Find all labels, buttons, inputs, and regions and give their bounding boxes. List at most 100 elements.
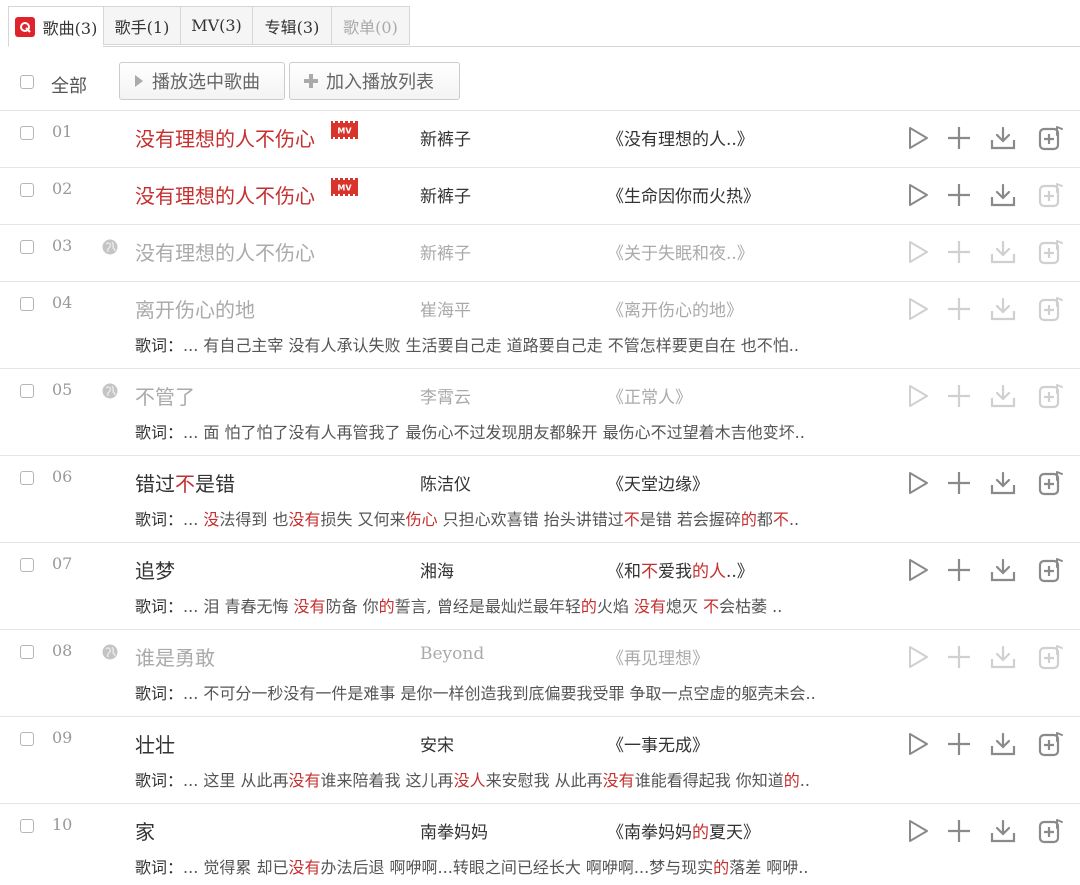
album-name[interactable]: 《和不爱我的人..》 bbox=[607, 557, 754, 582]
add-icon[interactable] bbox=[945, 643, 973, 671]
add-to-playlist-icon[interactable] bbox=[1037, 730, 1065, 758]
add-to-playlist-icon[interactable] bbox=[1037, 817, 1065, 845]
add-to-playlist-button[interactable]: 加入播放列表 bbox=[289, 62, 460, 100]
tab-3[interactable]: 专辑(3) bbox=[252, 6, 331, 45]
album-name[interactable]: 《一事无成》 bbox=[607, 731, 709, 756]
song-title[interactable]: 离开伤心的地 bbox=[135, 294, 255, 323]
play-icon[interactable] bbox=[904, 124, 932, 152]
song-title[interactable]: 谁是勇敢 bbox=[135, 642, 215, 671]
song-checkbox[interactable] bbox=[20, 126, 34, 140]
download-icon[interactable] bbox=[989, 643, 1017, 671]
add-icon[interactable] bbox=[945, 382, 973, 410]
add-to-playlist-icon[interactable] bbox=[1037, 556, 1065, 584]
song-title[interactable]: 没有理想的人不伤心 bbox=[135, 180, 315, 209]
add-to-playlist-icon[interactable] bbox=[1037, 124, 1065, 152]
song-checkbox[interactable] bbox=[20, 297, 34, 311]
song-row[interactable]: 06 错过不是错 陈洁仪 《天堂边缘》 歌词：... 没法得到 也没有损失 又何来伤心 … bbox=[0, 455, 1080, 542]
song-checkbox[interactable] bbox=[20, 558, 34, 572]
album-name[interactable]: 《关于失眠和夜..》 bbox=[607, 239, 754, 264]
select-all-checkbox[interactable] bbox=[20, 75, 34, 89]
play-icon[interactable] bbox=[904, 181, 932, 209]
mv-icon[interactable]: MV bbox=[331, 178, 358, 196]
mv-icon[interactable]: MV bbox=[331, 121, 358, 139]
add-to-playlist-icon[interactable] bbox=[1037, 382, 1065, 410]
song-checkbox[interactable] bbox=[20, 183, 34, 197]
artist-name[interactable]: 安宋 bbox=[420, 731, 454, 756]
artist-name[interactable]: 新裤子 bbox=[420, 239, 471, 264]
song-title[interactable]: 没有理想的人不伤心 bbox=[135, 123, 315, 152]
song-row[interactable]: 03 没有理想的人不伤心 新裤子 《关于失眠和夜..》 bbox=[0, 224, 1080, 281]
song-checkbox[interactable] bbox=[20, 732, 34, 746]
song-row[interactable]: 04 离开伤心的地 崔海平 《离开伤心的地》 歌词：... 有自己主宰 没有人承认失败 … bbox=[0, 281, 1080, 368]
song-row[interactable]: 02 没有理想的人不伤心 MV 新裤子 《生命因你而火热》 bbox=[0, 167, 1080, 224]
download-icon[interactable] bbox=[989, 469, 1017, 497]
add-to-playlist-icon[interactable] bbox=[1037, 469, 1065, 497]
album-name[interactable]: 《天堂边缘》 bbox=[607, 470, 709, 495]
play-icon[interactable] bbox=[904, 382, 932, 410]
tab-2[interactable]: MV(3) bbox=[180, 6, 252, 45]
song-row[interactable]: 07 追梦 湘海 《和不爱我的人..》 歌词：... 泪 青春无悔 没有防备 你的誓言,… bbox=[0, 542, 1080, 629]
song-row[interactable]: 01 没有理想的人不伤心 MV 新裤子 《没有理想的人..》 bbox=[0, 110, 1080, 167]
add-icon[interactable] bbox=[945, 556, 973, 584]
add-icon[interactable] bbox=[945, 238, 973, 266]
download-icon[interactable] bbox=[989, 124, 1017, 152]
song-checkbox[interactable] bbox=[20, 645, 34, 659]
song-row[interactable]: 10 家南拳妈妈 《南拳妈妈的夏天》 歌词：... 觉得累 却已没有办法后退 啊咿啊.… bbox=[0, 803, 1080, 885]
song-checkbox[interactable] bbox=[20, 819, 34, 833]
song-checkbox[interactable] bbox=[20, 384, 34, 398]
song-title[interactable]: 错过不是错 bbox=[135, 468, 235, 497]
artist-name[interactable]: 李霄云 bbox=[420, 383, 471, 408]
song-row[interactable]: 08 谁是勇敢 Beyond 《再见理想》 歌词：... 不可分一秒没有一件是难事 是你… bbox=[0, 629, 1080, 716]
play-icon[interactable] bbox=[904, 469, 932, 497]
song-title[interactable]: 壮壮 bbox=[135, 729, 175, 758]
play-icon[interactable] bbox=[904, 238, 932, 266]
play-icon[interactable] bbox=[904, 295, 932, 323]
album-name[interactable]: 《离开伤心的地》 bbox=[607, 296, 743, 321]
song-title[interactable]: 不管了 bbox=[135, 381, 195, 410]
play-selected-button[interactable]: 播放选中歌曲 bbox=[119, 62, 285, 100]
tab-4[interactable]: 歌单(0) bbox=[331, 6, 410, 45]
album-name[interactable]: 《南拳妈妈的夏天》 bbox=[607, 818, 760, 843]
download-icon[interactable] bbox=[989, 181, 1017, 209]
add-to-playlist-icon[interactable] bbox=[1037, 295, 1065, 323]
add-icon[interactable] bbox=[945, 124, 973, 152]
album-name[interactable]: 《再见理想》 bbox=[607, 644, 709, 669]
song-row[interactable]: 09 壮壮 安宋 《一事无成》 歌词：... 这里 从此再没有谁来陪着我 这儿再没人来安… bbox=[0, 716, 1080, 803]
album-name[interactable]: 《生命因你而火热》 bbox=[607, 182, 760, 207]
add-icon[interactable] bbox=[945, 817, 973, 845]
song-title[interactable]: 没有理想的人不伤心 bbox=[135, 237, 315, 266]
play-icon[interactable] bbox=[904, 817, 932, 845]
album-name[interactable]: 《正常人》 bbox=[607, 383, 692, 408]
download-icon[interactable] bbox=[989, 295, 1017, 323]
artist-name[interactable]: Beyond bbox=[420, 644, 484, 664]
album-name[interactable]: 《没有理想的人..》 bbox=[607, 125, 754, 150]
artist-name[interactable]: 新裤子 bbox=[420, 182, 471, 207]
add-to-playlist-icon[interactable] bbox=[1037, 181, 1065, 209]
download-icon[interactable] bbox=[989, 556, 1017, 584]
add-icon[interactable] bbox=[945, 181, 973, 209]
add-icon[interactable] bbox=[945, 730, 973, 758]
play-icon[interactable] bbox=[904, 556, 932, 584]
song-title[interactable]: 家 bbox=[135, 816, 155, 845]
tab-1[interactable]: 歌手(1) bbox=[103, 6, 180, 45]
artist-name[interactable]: 湘海 bbox=[420, 557, 454, 582]
tab-0[interactable]: 歌曲(3) bbox=[8, 6, 103, 47]
song-title[interactable]: 追梦 bbox=[135, 555, 175, 584]
artist-name[interactable]: 崔海平 bbox=[420, 296, 471, 321]
download-icon[interactable] bbox=[989, 730, 1017, 758]
download-icon[interactable] bbox=[989, 238, 1017, 266]
add-icon[interactable] bbox=[945, 295, 973, 323]
artist-name[interactable]: 新裤子 bbox=[420, 125, 471, 150]
add-to-playlist-icon[interactable] bbox=[1037, 238, 1065, 266]
play-icon[interactable] bbox=[904, 730, 932, 758]
download-icon[interactable] bbox=[989, 817, 1017, 845]
artist-name[interactable]: 陈洁仪 bbox=[420, 470, 471, 495]
add-icon[interactable] bbox=[945, 469, 973, 497]
song-checkbox[interactable] bbox=[20, 240, 34, 254]
song-checkbox[interactable] bbox=[20, 471, 34, 485]
play-icon[interactable] bbox=[904, 643, 932, 671]
song-row[interactable]: 05 不管了 李霄云 《正常人》 歌词：... 面 怕了怕了没有人再管我了 最伤心不过发… bbox=[0, 368, 1080, 455]
add-to-playlist-icon[interactable] bbox=[1037, 643, 1065, 671]
download-icon[interactable] bbox=[989, 382, 1017, 410]
artist-name[interactable]: 南拳妈妈 bbox=[420, 818, 488, 843]
